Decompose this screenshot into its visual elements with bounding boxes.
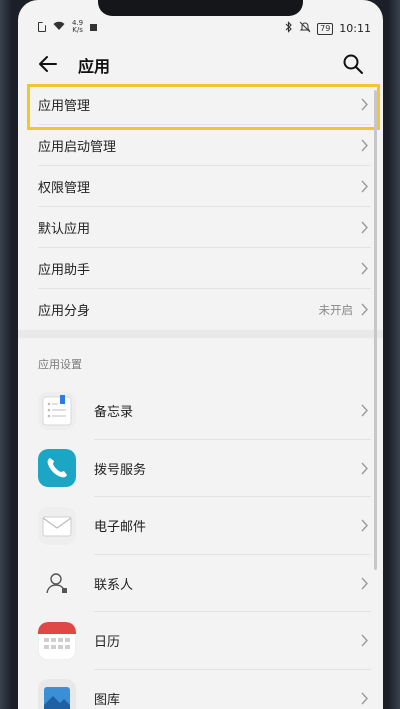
chevron-right-icon — [361, 577, 368, 590]
app-twin-status: 未开启 — [318, 302, 354, 317]
network-speed: 4.9 K/s — [72, 19, 84, 34]
chevron-right-icon — [361, 221, 368, 234]
page-title: 应用 — [78, 57, 111, 76]
notification-icon — [90, 23, 98, 31]
phone-icon — [38, 449, 76, 488]
gallery-icon — [38, 679, 76, 709]
menu-item-label: 应用启动管理 — [38, 140, 117, 155]
section-title: 应用设置 — [38, 358, 82, 371]
app-item-dialer[interactable]: 拨号服务 — [18, 440, 383, 497]
bluetooth-icon — [285, 21, 293, 36]
chevron-right-icon — [361, 303, 368, 316]
chevron-right-icon — [361, 462, 368, 475]
mail-icon — [38, 506, 76, 545]
app-item-label: 联系人 — [94, 577, 134, 593]
app-item-label: 电子邮件 — [94, 520, 147, 536]
wifi-icon — [53, 21, 65, 34]
chevron-right-icon — [361, 519, 368, 532]
menu-item-label: 应用分身 — [38, 304, 91, 319]
menu-item-label: 默认应用 — [38, 222, 91, 237]
app-item-contacts[interactable]: 联系人 — [18, 555, 383, 612]
menu-item-app-twin[interactable]: 应用分身 未开启 — [18, 289, 383, 330]
calendar-icon — [38, 621, 76, 660]
app-item-label: 备忘录 — [94, 405, 134, 421]
app-item-email[interactable]: 电子邮件 — [18, 497, 383, 555]
chevron-right-icon — [361, 180, 368, 193]
app-item-gallery[interactable]: 图库 — [18, 670, 383, 709]
menu-item-app-launch-management[interactable]: 应用启动管理 — [18, 125, 383, 166]
status-bar: 4.9 K/s 79 10:11 — [18, 0, 383, 36]
menu-item-label: 应用助手 — [38, 263, 91, 278]
app-settings-list: 应用管理 应用启动管理 权限管理 默认应用 应用助手 应用分身 未开启 应用设置… — [18, 84, 383, 709]
chevron-right-icon — [361, 139, 368, 152]
search-icon[interactable] — [341, 52, 365, 76]
phone-frame: 4.9 K/s 79 10:11 应用 应用管理 应用启动管理 权限管理 默认应… — [0, 0, 400, 709]
menu-item-default-apps[interactable]: 默认应用 — [18, 207, 383, 248]
chevron-right-icon — [361, 692, 368, 705]
app-item-label: 日历 — [94, 635, 121, 651]
highlight-box — [27, 84, 380, 130]
battery-indicator: 79 — [317, 22, 334, 35]
mute-bell-icon — [299, 21, 311, 36]
scrollbar[interactable] — [374, 90, 377, 570]
chevron-right-icon — [361, 634, 368, 647]
contacts-icon — [38, 564, 76, 603]
chevron-right-icon — [361, 262, 368, 275]
app-bar: 应用 — [18, 44, 383, 84]
app-item-label: 拨号服务 — [94, 462, 147, 478]
clock: 10:11 — [339, 22, 371, 35]
menu-item-app-assistant[interactable]: 应用助手 — [18, 248, 383, 289]
menu-item-label: 权限管理 — [38, 181, 91, 196]
back-arrow-icon[interactable] — [36, 52, 60, 76]
screen: 4.9 K/s 79 10:11 应用 应用管理 应用启动管理 权限管理 默认应… — [18, 0, 383, 709]
app-item-label: 图库 — [94, 692, 121, 708]
app-item-calendar[interactable]: 日历 — [18, 612, 383, 670]
notepad-icon — [38, 391, 76, 430]
chevron-right-icon — [361, 404, 368, 417]
menu-item-permission-management[interactable]: 权限管理 — [18, 166, 383, 207]
section-separator — [18, 330, 383, 338]
app-item-notepad[interactable]: 备忘录 — [18, 382, 383, 440]
sim-card-icon — [38, 22, 46, 32]
